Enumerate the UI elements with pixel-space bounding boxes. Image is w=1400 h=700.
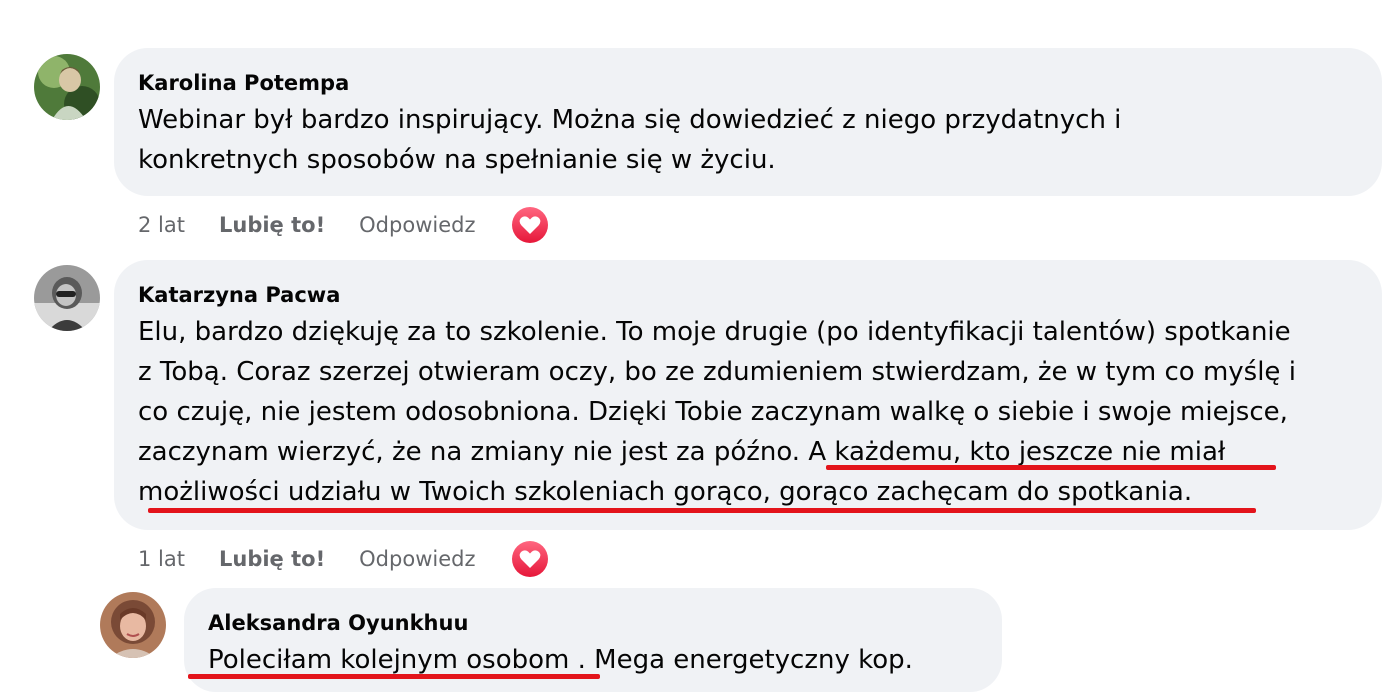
reply-author[interactable]: Aleksandra Oyunkhuu [208, 610, 468, 636]
comment-author[interactable]: Katarzyna Pacwa [138, 282, 340, 308]
comment-timestamp[interactable]: 2 lat [138, 213, 185, 237]
avatar[interactable] [34, 265, 100, 331]
highlight-underline [188, 674, 600, 679]
comment-text-line: Elu, bardzo dziękuję za to szkolenie. To… [138, 317, 1291, 347]
like-button[interactable]: Lubię to! [219, 547, 325, 571]
avatar[interactable] [100, 592, 166, 658]
reply-button[interactable]: Odpowiedz [359, 547, 475, 571]
heart-icon[interactable] [511, 206, 549, 244]
reply-button[interactable]: Odpowiedz [359, 213, 475, 237]
comment-text-line: Webinar był bardzo inspirujący. Można si… [138, 105, 1122, 135]
like-button[interactable]: Lubię to! [219, 213, 325, 237]
avatar[interactable] [34, 54, 100, 120]
comment-actions: 2 lat Lubię to! Odpowiedz [138, 206, 549, 244]
comment-text-line: możliwości udziału w Twoich szkoleniach … [138, 477, 1193, 507]
heart-icon[interactable] [511, 540, 549, 578]
comment-timestamp[interactable]: 1 lat [138, 547, 185, 571]
highlight-underline [148, 508, 1256, 513]
comment-text-line: co czuję, nie jestem odosobniona. Dzięki… [138, 397, 1288, 427]
comment-text-line: konkretnych sposobów na spełnianie się w… [138, 145, 776, 175]
comment-text-line: z Tobą. Coraz szerzej otwieram oczy, bo … [138, 357, 1296, 387]
highlight-underline [826, 465, 1276, 470]
comment-actions: 1 lat Lubię to! Odpowiedz [138, 540, 549, 578]
comment-author[interactable]: Karolina Potempa [138, 70, 349, 96]
